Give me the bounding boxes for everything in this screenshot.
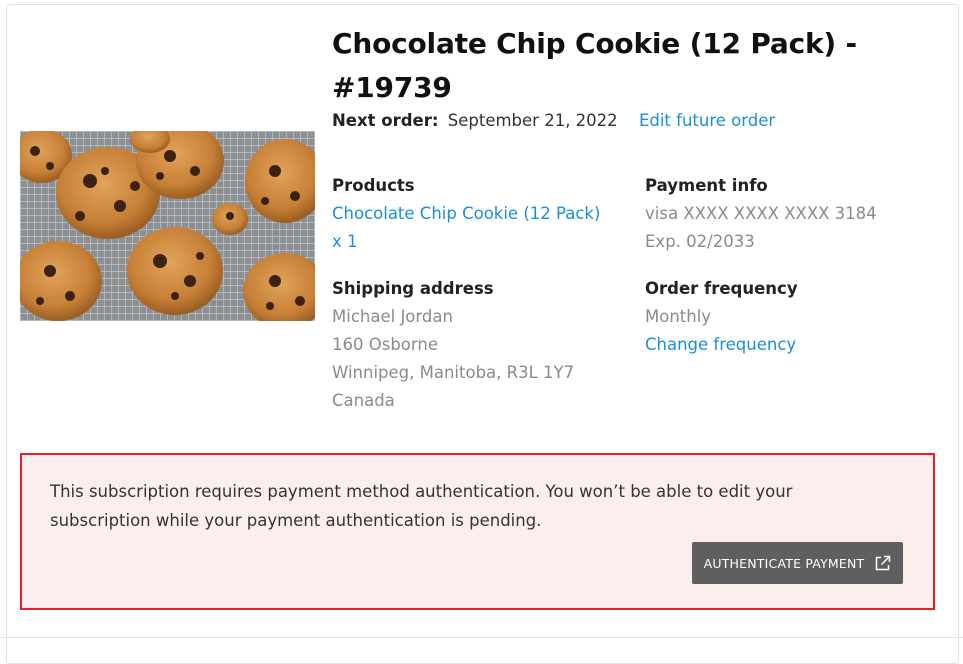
- frequency-heading: Order frequency: [645, 279, 798, 298]
- product-quantity[interactable]: x 1: [332, 228, 622, 256]
- payment-card: visa XXXX XXXX XXXX 3184: [645, 204, 877, 223]
- shipping-section: Shipping address Michael Jordan 160 Osbo…: [332, 275, 622, 415]
- payment-heading: Payment info: [645, 176, 768, 195]
- shipping-name: Michael Jordan: [332, 307, 453, 326]
- payment-section: Payment info visa XXXX XXXX XXXX 3184 Ex…: [645, 172, 945, 256]
- product-image: [20, 131, 315, 321]
- authenticate-payment-label: AUTHENTICATE PAYMENT: [703, 555, 865, 571]
- product-link[interactable]: Chocolate Chip Cookie (12 Pack): [332, 200, 622, 228]
- shipping-country: Canada: [332, 391, 395, 410]
- external-link-icon: [874, 555, 891, 572]
- payment-expiry: Exp. 02/2033: [645, 232, 755, 251]
- frequency-value: Monthly: [645, 307, 712, 326]
- authentication-alert: This subscription requires payment metho…: [20, 453, 935, 610]
- shipping-street: 160 Osborne: [332, 335, 438, 354]
- products-heading: Products: [332, 176, 415, 195]
- frequency-section: Order frequency Monthly Change frequency: [645, 275, 945, 359]
- change-frequency-link[interactable]: Change frequency: [645, 331, 945, 359]
- next-order-row: Next order: September 21, 2022 Edit futu…: [332, 109, 775, 133]
- shipping-heading: Shipping address: [332, 279, 494, 298]
- shipping-city: Winnipeg, Manitoba, R3L 1Y7: [332, 363, 575, 382]
- products-section: Products Chocolate Chip Cookie (12 Pack)…: [332, 172, 622, 256]
- next-order-label: Next order:: [332, 111, 439, 130]
- next-order-date: September 21, 2022: [447, 111, 618, 130]
- edit-future-order-link[interactable]: Edit future order: [639, 111, 775, 130]
- authenticate-payment-button[interactable]: AUTHENTICATE PAYMENT: [692, 542, 903, 584]
- divider: [0, 637, 963, 638]
- cookies-illustration: [20, 131, 315, 321]
- alert-message: This subscription requires payment metho…: [50, 482, 793, 530]
- page-title: Chocolate Chip Cookie (12 Pack) - #19739: [332, 27, 857, 104]
